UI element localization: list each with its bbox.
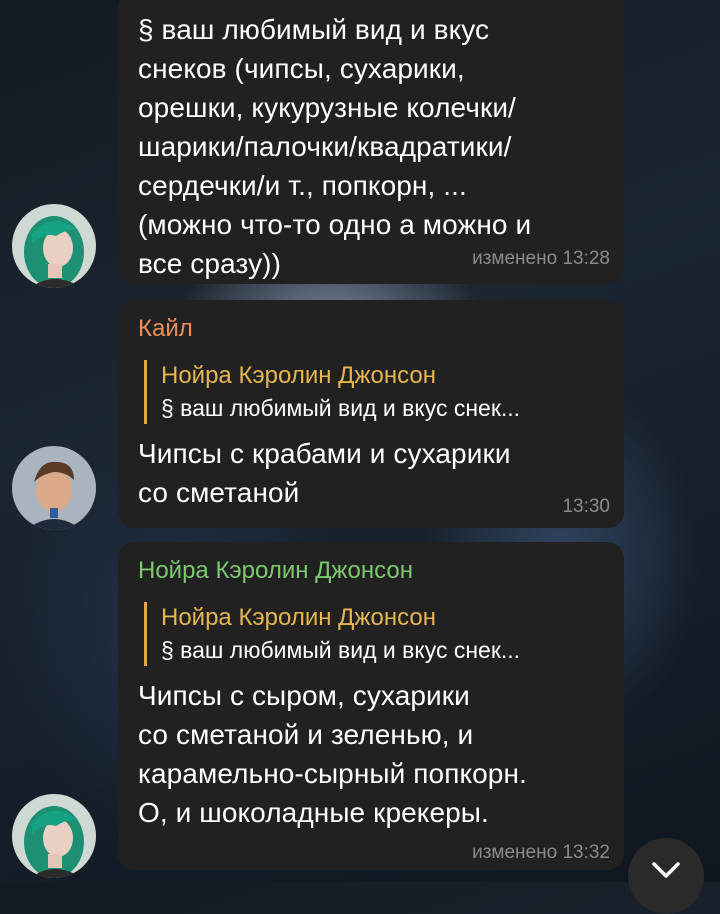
reply-text: § ваш любимый вид и вкус снек...	[161, 395, 521, 421]
avatar[interactable]	[12, 794, 96, 878]
message-timestamp: изменено 13:28	[472, 248, 610, 269]
sender-name[interactable]: Нойра Кэролин Джонсон	[138, 556, 604, 586]
message-text: § ваш любимый вид и вкус снеков (чипсы, …	[138, 14, 532, 279]
reply-sender-name: Нойра Кэролин Джонсон	[161, 362, 436, 389]
avatar-green-hair-icon	[12, 794, 96, 878]
avatar[interactable]	[12, 204, 96, 288]
avatar[interactable]	[12, 446, 96, 530]
scroll-down-button[interactable]	[628, 838, 704, 914]
reply-quote[interactable]: Нойра Кэролин Джонсон § ваш любимый вид …	[144, 360, 604, 424]
message-timestamp: 13:30	[562, 496, 610, 517]
message-text: Чипсы с крабами и сухарики со сметаной	[138, 438, 511, 508]
sender-name[interactable]: Кайл	[138, 314, 604, 344]
message-bubble-3[interactable]: Нойра Кэролин Джонсон Нойра Кэролин Джон…	[118, 542, 624, 870]
avatar-green-hair-icon	[12, 204, 96, 288]
reply-sender-name: Нойра Кэролин Джонсон	[161, 604, 436, 631]
message-bubble-1[interactable]: § ваш любимый вид и вкус снеков (чипсы, …	[118, 0, 624, 284]
message-timestamp: изменено 13:32	[472, 842, 610, 863]
chevron-down-icon	[652, 862, 680, 878]
avatar-man-icon	[12, 446, 96, 530]
message-text: Чипсы с сыром, сухарики со сметаной и зе…	[138, 680, 527, 828]
reply-text: § ваш любимый вид и вкус снек...	[161, 637, 521, 663]
message-bubble-2[interactable]: Кайл Нойра Кэролин Джонсон § ваш любимый…	[118, 300, 624, 528]
reply-quote[interactable]: Нойра Кэролин Джонсон § ваш любимый вид …	[144, 602, 604, 666]
